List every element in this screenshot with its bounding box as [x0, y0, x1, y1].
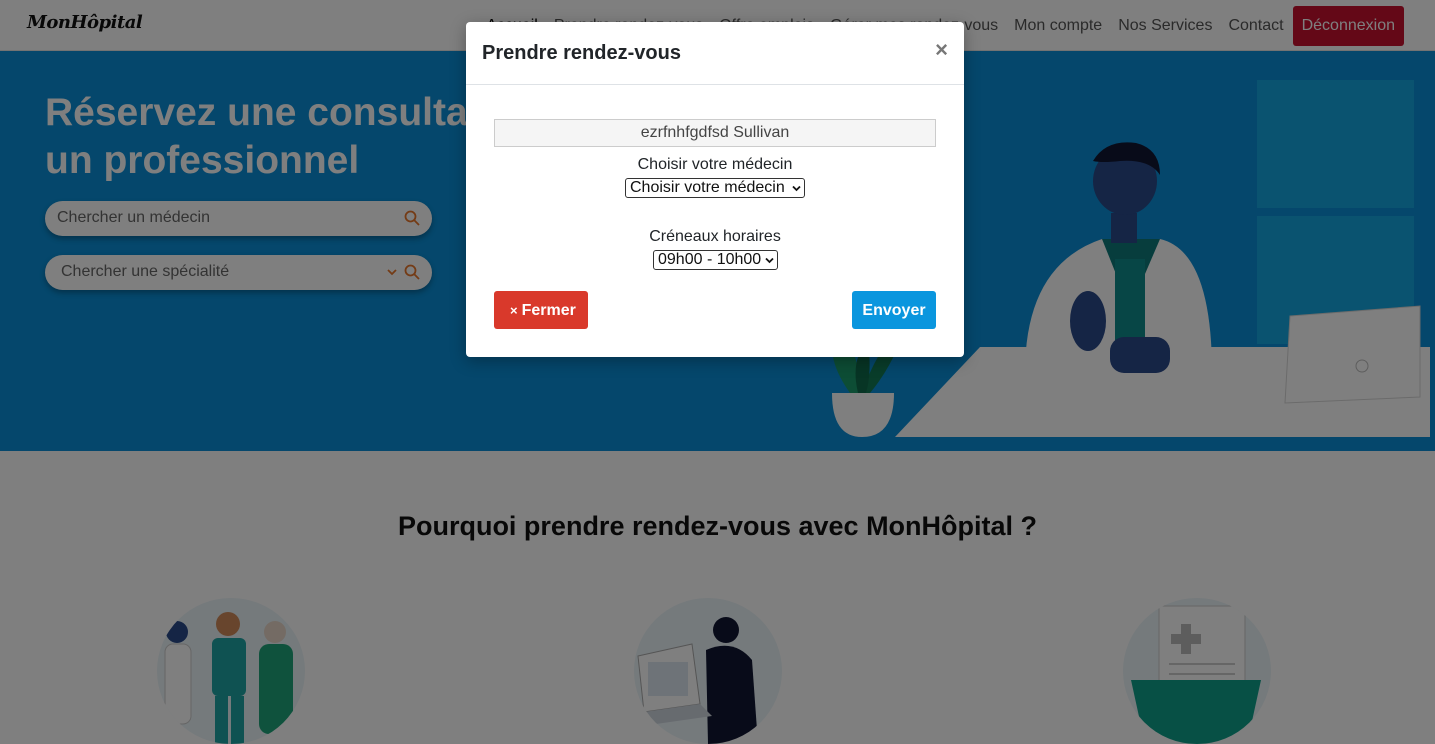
time-slot-select[interactable]: 09h00 - 10h00	[653, 250, 778, 270]
slot-label: Créneaux horaires	[649, 228, 781, 245]
time-slot-value: 09h00 - 10h00	[658, 251, 762, 268]
chevron-down-icon	[765, 257, 774, 264]
patient-name-field[interactable]: ezrfnhfgdfsd Sullivan	[494, 119, 936, 147]
doctor-label: Choisir votre médecin	[637, 156, 793, 173]
close-button[interactable]: × Fermer	[494, 291, 588, 329]
modal-header: Prendre rendez-vous ×	[466, 22, 964, 85]
doctor-select-value: Choisir votre médecin	[630, 179, 785, 196]
close-button-label: Fermer	[521, 302, 576, 319]
doctor-select[interactable]: Choisir votre médecin	[625, 178, 805, 198]
appointment-modal: Prendre rendez-vous × ezrfnhfgdfsd Sulli…	[466, 22, 964, 357]
modal-title: Prendre rendez-vous	[482, 42, 681, 64]
close-icon[interactable]: ×	[935, 39, 948, 61]
close-icon: ×	[510, 303, 518, 318]
send-button[interactable]: Envoyer	[852, 291, 936, 329]
chevron-down-icon	[792, 185, 801, 192]
